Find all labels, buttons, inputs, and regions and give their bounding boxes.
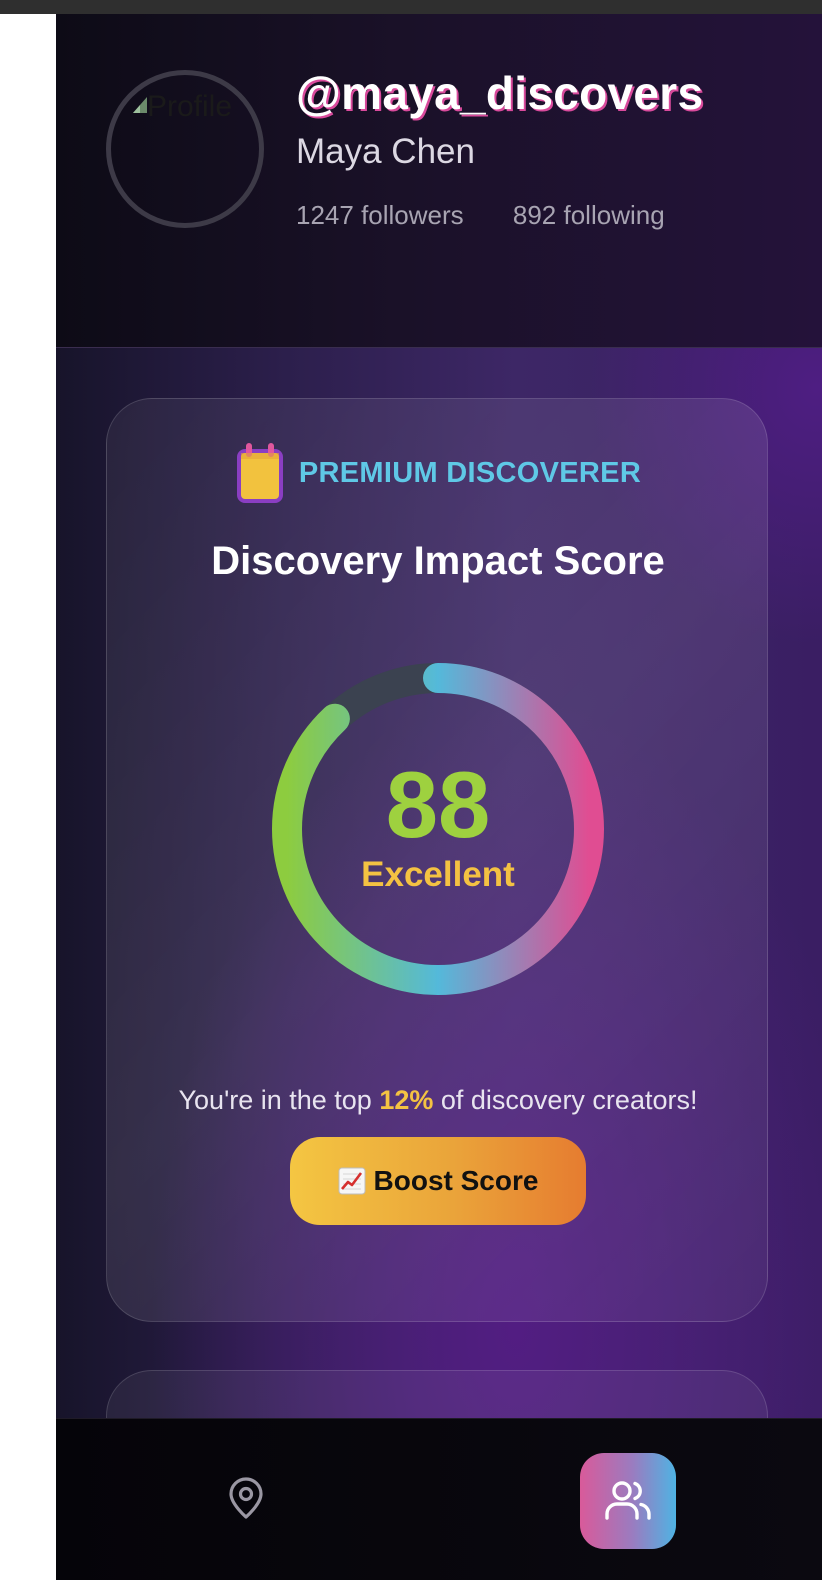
score-value: 88 [385, 752, 491, 857]
nav-map-button[interactable] [220, 1473, 272, 1525]
discovery-score-card: PREMIUM DISCOVERER Discovery Impact Scor… [106, 398, 768, 1322]
rank-suffix: of discovery creators! [433, 1085, 698, 1115]
display-name: Maya Chen [296, 132, 475, 171]
rank-percent: 12% [379, 1085, 434, 1115]
boost-score-button[interactable]: Boost Score [290, 1137, 586, 1225]
avatar-alt-text: Profile [147, 90, 233, 123]
left-blank-area [0, 14, 56, 1580]
score-gauge: 88 Excellent [268, 659, 608, 999]
nav-social-button[interactable] [580, 1453, 676, 1549]
users-icon [605, 1481, 651, 1520]
boost-score-label: Boost Score [373, 1165, 539, 1196]
avatar: Profile [106, 70, 264, 228]
following-count[interactable]: 892 following [513, 200, 665, 231]
badge-label: PREMIUM DISCOVERER [298, 456, 642, 489]
chart-increasing-icon [338, 1167, 366, 1195]
followers-count[interactable]: 1247 followers [296, 200, 464, 231]
rank-text: You're in the top 12% of discovery creat… [107, 1085, 769, 1116]
username: @maya_discovers [296, 67, 704, 119]
profile-stats: 1247 followers 892 following [296, 200, 665, 231]
premium-badge: PREMIUM DISCOVERER [107, 441, 769, 509]
app-viewport: Profile @maya_discovers Maya Chen 1247 f… [56, 14, 822, 1580]
broken-image-icon [133, 97, 147, 113]
profile-header: Profile @maya_discovers Maya Chen 1247 f… [56, 14, 822, 348]
browser-top-strip [0, 0, 822, 14]
trophy-icon [236, 443, 283, 503]
map-pin-icon [229, 1477, 263, 1519]
rank-prefix: You're in the top [178, 1085, 380, 1115]
card-title: Discovery Impact Score [211, 539, 665, 583]
score-rating: Excellent [361, 855, 515, 894]
bottom-nav [56, 1418, 822, 1580]
main-content: PREMIUM DISCOVERER Discovery Impact Scor… [56, 348, 822, 1490]
